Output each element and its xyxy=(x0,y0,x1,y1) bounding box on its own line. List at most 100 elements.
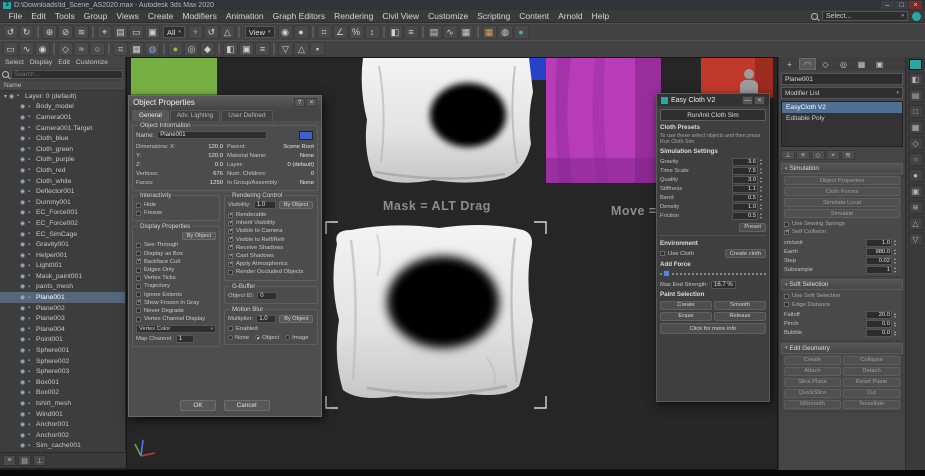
render-setup-icon[interactable]: ▦ xyxy=(481,25,497,39)
menu-item[interactable]: Customize xyxy=(424,11,473,21)
dialog-tab[interactable]: User Defined xyxy=(221,110,273,121)
checkbox-row[interactable]: Edges Only xyxy=(136,266,216,274)
checkbox[interactable] xyxy=(228,236,234,243)
create-tab-icon[interactable]: + xyxy=(781,58,798,70)
value-spinner[interactable]: 7.5 xyxy=(732,166,758,175)
symmetry-icon[interactable]: ▣ xyxy=(239,42,254,56)
visibility-icon[interactable]: ◉ xyxy=(20,262,28,269)
dialog-title-bar[interactable]: Easy Cloth V2 — × xyxy=(657,94,769,106)
visibility-icon[interactable]: ◉ xyxy=(20,273,28,280)
panel-button[interactable]: Simulate xyxy=(784,209,900,218)
object-id-field[interactable]: 0 xyxy=(257,291,278,300)
visibility-icon[interactable]: ◉ xyxy=(20,252,28,259)
list-item[interactable]: ◉ ▪ Cloth_blue xyxy=(0,133,125,144)
value-spinner[interactable]: 1 xyxy=(866,265,892,274)
by-object-button[interactable]: By Object xyxy=(279,314,314,323)
checkbox[interactable] xyxy=(228,244,234,251)
checkbox[interactable] xyxy=(136,292,141,298)
panel-button[interactable]: Cloth Forces xyxy=(784,187,900,196)
list-item[interactable]: ◉ ▪ Plane002 xyxy=(0,303,125,314)
checkbox[interactable] xyxy=(228,212,234,218)
separator[interactable] xyxy=(382,26,385,38)
list-item[interactable]: ◉ ▪ Camera001.Target xyxy=(0,123,125,134)
enabled-checkbox-row[interactable]: Enabled xyxy=(228,325,314,333)
checkbox-row[interactable]: Trajectory xyxy=(136,282,216,290)
slider-track[interactable] xyxy=(660,273,766,276)
checkbox-row[interactable]: Visible to Camera xyxy=(228,227,314,235)
menu-item[interactable]: Rendering xyxy=(330,11,378,21)
paint-tool-button[interactable]: Erase xyxy=(660,311,712,321)
checkbox[interactable] xyxy=(136,308,141,314)
checkbox[interactable] xyxy=(228,253,234,259)
visibility-icon[interactable]: ◉ xyxy=(20,389,28,396)
strength-value-field[interactable]: 16.7 % xyxy=(711,280,736,289)
visibility-icon[interactable]: ◉ xyxy=(20,294,28,301)
checkbox[interactable] xyxy=(784,293,789,299)
checkbox-row[interactable]: Backface Cull xyxy=(136,258,216,266)
visibility-icon[interactable]: ◉ xyxy=(20,156,28,163)
isolate-selection-icon[interactable]: □ xyxy=(908,105,923,118)
curve-editor-icon[interactable]: ∿ xyxy=(442,25,458,39)
preset-button[interactable]: Preset xyxy=(739,222,766,232)
checkbox-row[interactable]: Renderable xyxy=(228,211,314,219)
visibility-icon[interactable]: ◉ xyxy=(20,125,28,132)
visibility-icon[interactable]: ◉ xyxy=(20,358,28,365)
menu-item[interactable]: Views xyxy=(112,11,144,21)
visibility-icon[interactable]: ◉ xyxy=(20,283,28,290)
angle-snap-icon[interactable]: ∠ xyxy=(332,25,348,39)
grid-display-icon[interactable]: ⌗ xyxy=(113,42,128,56)
spinner-arrows[interactable]: ▴ ▾ xyxy=(894,257,900,264)
configure-modifier-sets-icon[interactable]: ≋ xyxy=(841,150,855,160)
checkbox-row[interactable]: Ignore Extents xyxy=(136,291,216,299)
ok-button[interactable]: OK xyxy=(180,400,216,411)
list-item[interactable]: ◉ ▪ Wind001 xyxy=(0,409,125,420)
pan-icon[interactable]: ● xyxy=(908,169,923,182)
visibility-icon[interactable]: ◉ xyxy=(20,167,28,174)
visibility-icon[interactable]: ◉ xyxy=(20,432,28,439)
dialog-tab[interactable]: Adv. Lighting xyxy=(169,110,221,121)
explorer-menu-item[interactable]: Customize xyxy=(73,59,111,66)
explorer-column-header[interactable]: Name xyxy=(0,81,125,91)
menu-item[interactable]: Animation xyxy=(221,11,268,21)
maximize-button[interactable]: □ xyxy=(895,1,908,9)
vertex-channel-dropdown[interactable]: Vertex Color ▾ xyxy=(136,325,216,334)
list-item[interactable]: ◉ ▪ Cloth_green xyxy=(0,144,125,155)
sculpt-brush-icon[interactable]: ● xyxy=(168,42,183,56)
more-info-button[interactable]: Click for more info xyxy=(660,323,766,335)
panel-button[interactable]: Slice Plane xyxy=(784,377,841,387)
panel-button[interactable]: Collapse xyxy=(843,355,900,365)
align-icon[interactable]: ≡ xyxy=(403,25,419,39)
spinner-arrows[interactable]: ▴ ▾ xyxy=(894,266,900,273)
list-item[interactable]: ◉ ▪ Mask_paint001 xyxy=(0,271,125,282)
paint-tool-button[interactable]: Smooth xyxy=(714,300,766,310)
create-cloth-button[interactable]: Create cloth xyxy=(724,249,766,259)
value-spinner[interactable]: 0.5 xyxy=(732,211,758,220)
panel-button[interactable]: Detach xyxy=(843,366,900,376)
mirror-tool-icon[interactable]: ◧ xyxy=(223,42,238,56)
close-button[interactable]: × xyxy=(909,1,922,9)
value-spinner[interactable]: 0.5 xyxy=(732,193,758,202)
list-item[interactable]: ◉ ▪ Sphere002 xyxy=(0,356,125,367)
checkbox-row[interactable]: Edge Distance xyxy=(784,301,900,309)
select-by-name-icon[interactable]: ▤ xyxy=(113,25,128,39)
value-spinner[interactable]: 1.0 xyxy=(732,202,758,211)
checkbox-row[interactable]: See-Through xyxy=(136,241,216,249)
select-object-icon[interactable]: ⌖ xyxy=(97,25,112,39)
menu-item[interactable]: Content xyxy=(515,11,554,21)
checkbox[interactable] xyxy=(228,228,234,234)
down-arrow-icon[interactable]: ▽ xyxy=(908,233,923,246)
spinner-arrows[interactable]: ▴ ▾ xyxy=(894,330,900,337)
list-item[interactable]: ◉ ▪ Point001 xyxy=(0,335,125,346)
cancel-button[interactable]: Cancel xyxy=(223,400,270,411)
pin-stack-icon[interactable]: ⊥ xyxy=(781,150,795,160)
undo-icon[interactable]: ↺ xyxy=(3,25,18,39)
edge-loop-icon[interactable]: ≈ xyxy=(74,42,89,56)
list-item[interactable]: ◉ ▪ Deflector001 xyxy=(0,186,125,197)
visibility-icon[interactable]: ◉ xyxy=(9,93,17,100)
checkbox[interactable] xyxy=(136,283,141,289)
spinner-snap-icon[interactable]: ↕ xyxy=(364,25,380,39)
visibility-icon[interactable]: ◉ xyxy=(20,199,28,206)
checkbox-row[interactable]: Render Occluded Objects xyxy=(228,268,314,276)
visibility-toggle-icon[interactable]: ▽ xyxy=(278,42,293,56)
snaps-toggle-icon[interactable]: ⌗ xyxy=(316,25,332,39)
